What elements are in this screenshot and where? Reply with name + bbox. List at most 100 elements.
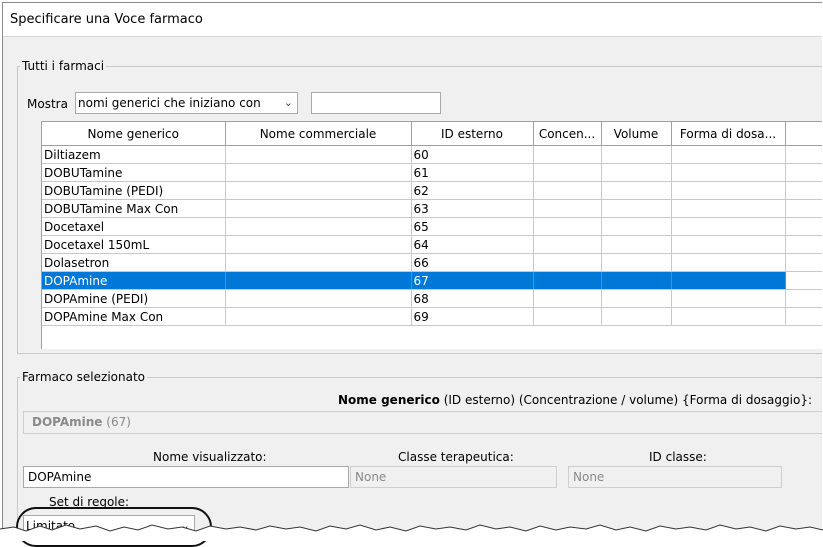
table-row[interactable]: DOPAmine Max Con 69 <box>42 307 822 326</box>
table-cell <box>225 235 412 254</box>
table-cell: 63 <box>411 199 534 218</box>
all-drugs-legend: Tutti i farmaci <box>22 59 105 73</box>
column-header[interactable]: ID esterno <box>411 122 534 146</box>
column-header[interactable]: Volume <box>601 122 672 146</box>
table-cell <box>533 145 602 164</box>
class-id-field: None <box>568 466 782 488</box>
table-cell: DOBUTamine <box>42 163 226 182</box>
table-cell <box>601 163 672 182</box>
table-cell: DOPAmine (PEDI) <box>42 289 226 308</box>
table-cell <box>533 235 602 254</box>
table-cell <box>601 235 672 254</box>
table-cell <box>671 289 786 308</box>
table-cell <box>601 253 672 272</box>
selected-drug-summary: DOPAmine (67) <box>23 411 822 434</box>
class-id-label: ID classe: <box>649 450 707 464</box>
table-cell: 65 <box>411 217 534 236</box>
table-cell <box>533 217 602 236</box>
therapeutic-class-label: Classe terapeutica: <box>398 450 514 464</box>
summary-name: DOPAmine <box>32 415 103 429</box>
table-row[interactable]: DOPAmine (PEDI) 68 <box>42 289 822 308</box>
table-cell-filler <box>785 271 822 290</box>
table-cell-filler <box>785 181 822 200</box>
column-header[interactable]: Nome commerciale <box>225 122 412 146</box>
table-row[interactable]: DOBUTamine 61 <box>42 163 822 182</box>
column-header[interactable]: Forma di dosa... <box>671 122 786 146</box>
drug-table[interactable]: Nome generico Nome commerciale ID esterno C… <box>41 121 822 349</box>
class-id-value: None <box>573 470 605 484</box>
table-row[interactable]: DOBUTamine Max Con 63 <box>42 199 822 218</box>
table-row[interactable]: DOBUTamine (PEDI) 62 <box>42 181 822 200</box>
table-cell <box>601 145 672 164</box>
torn-edge <box>0 524 823 541</box>
therapeutic-class-value: None <box>355 470 387 484</box>
filter-label: Mostra <box>27 97 68 111</box>
therapeutic-class-field: None <box>350 466 557 488</box>
table-cell <box>225 163 412 182</box>
table-cell-filler <box>785 289 822 308</box>
table-cell: DOPAmine Max Con <box>42 307 226 326</box>
table-cell <box>533 253 602 272</box>
dialog-window: Specificare una Voce farmaco Tutti i far… <box>2 2 822 541</box>
table-cell: 67 <box>411 271 534 290</box>
table-cell <box>225 307 412 326</box>
format-hint: Nome generico (ID esterno) (Concentrazio… <box>338 393 812 407</box>
table-cell <box>533 271 602 290</box>
display-name-label: Nome visualizzato: <box>153 450 267 464</box>
table-cell: DOBUTamine (PEDI) <box>42 181 226 200</box>
table-cell <box>671 271 786 290</box>
table-cell-filler <box>785 253 822 272</box>
table-cell <box>533 199 602 218</box>
table-cell <box>601 217 672 236</box>
table-row[interactable]: Docetaxel 65 <box>42 217 822 236</box>
table-cell <box>671 145 786 164</box>
column-header[interactable]: Concen... <box>533 122 602 146</box>
table-cell: Docetaxel <box>42 217 226 236</box>
table-cell <box>225 181 412 200</box>
chevron-down-icon: ⌄ <box>283 96 293 109</box>
table-cell-filler <box>785 307 822 326</box>
table-row[interactable]: DOPAmine 67 <box>42 271 822 290</box>
format-hint-rest: (ID esterno) (Concentrazione / volume) {… <box>439 393 812 407</box>
table-cell <box>225 145 412 164</box>
window-title: Specificare una Voce farmaco <box>10 12 203 27</box>
table-row[interactable]: Dolasetron 66 <box>42 253 822 272</box>
table-cell-filler <box>785 235 822 254</box>
table-row[interactable]: Diltiazem 60 <box>42 145 822 164</box>
table-cell <box>601 271 672 290</box>
table-cell: Docetaxel 150mL <box>42 235 226 254</box>
table-cell <box>601 199 672 218</box>
table-cell-filler <box>785 199 822 218</box>
table-cell <box>671 253 786 272</box>
table-cell: Diltiazem <box>42 145 226 164</box>
table-cell <box>225 289 412 308</box>
table-cell <box>533 307 602 326</box>
table-cell: Dolasetron <box>42 253 226 272</box>
table-cell <box>533 181 602 200</box>
table-cell <box>533 289 602 308</box>
table-cell: 62 <box>411 181 534 200</box>
table-cell <box>225 253 412 272</box>
table-cell: 60 <box>411 145 534 164</box>
table-cell: DOPAmine <box>42 271 226 290</box>
table-cell <box>671 199 786 218</box>
display-name-input[interactable]: DOPAmine <box>23 466 349 488</box>
table-cell <box>533 163 602 182</box>
title-bar: Specificare una Voce farmaco <box>3 3 822 37</box>
filter-mode-select[interactable]: nomi generici che iniziano con ⌄ <box>75 92 298 114</box>
table-cell: 61 <box>411 163 534 182</box>
table-cell: 64 <box>411 235 534 254</box>
table-cell <box>671 307 786 326</box>
table-cell <box>671 181 786 200</box>
display-name-value: DOPAmine <box>28 470 92 484</box>
table-row[interactable]: Docetaxel 150mL 64 <box>42 235 822 254</box>
table-cell <box>601 181 672 200</box>
column-header[interactable]: Nome generico <box>42 122 226 146</box>
table-cell <box>225 271 412 290</box>
table-cell-filler <box>785 163 822 182</box>
table-cell <box>671 235 786 254</box>
table-cell <box>601 307 672 326</box>
column-header-filler <box>785 122 822 146</box>
filter-text-input[interactable] <box>311 92 441 114</box>
table-cell: 66 <box>411 253 534 272</box>
